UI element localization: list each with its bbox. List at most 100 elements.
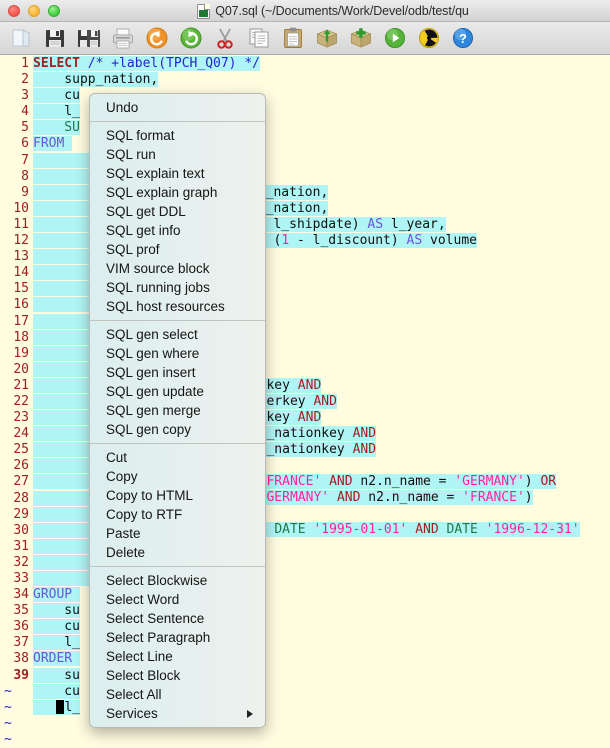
menu-item-label: SQL explain graph bbox=[106, 185, 218, 200]
cut-button[interactable] bbox=[210, 24, 240, 52]
menu-item-sql-gen-select[interactable]: SQL gen select bbox=[90, 325, 265, 344]
menu-item-label: Services bbox=[106, 706, 158, 721]
line-number: 9 bbox=[21, 184, 29, 200]
menu-item-copy[interactable]: Copy bbox=[90, 467, 265, 486]
open-file-button[interactable] bbox=[6, 24, 36, 52]
menu-item-paste[interactable]: Paste bbox=[90, 524, 265, 543]
context-menu-group: SQL format SQL run SQL explain text SQL … bbox=[90, 126, 265, 316]
menu-item-sql-host-resources[interactable]: SQL host resources bbox=[90, 297, 265, 316]
application-window: Q07.sql (~/Documents/Work/Devel/odb/test… bbox=[0, 0, 610, 748]
context-menu[interactable]: Undo SQL format SQL run SQL explain text… bbox=[89, 93, 266, 728]
code-line: supp_nation, bbox=[33, 72, 159, 88]
line-number: 22 bbox=[13, 393, 29, 409]
menu-item-services[interactable]: Services bbox=[90, 704, 265, 723]
line-number: 36 bbox=[13, 619, 29, 635]
menu-separator bbox=[90, 566, 265, 567]
menu-separator bbox=[90, 443, 265, 444]
menu-item-select-paragraph[interactable]: Select Paragraph bbox=[90, 628, 265, 647]
menu-item-label: SQL running jobs bbox=[106, 280, 210, 295]
line-number: 25 bbox=[13, 442, 29, 458]
minimize-window-button[interactable] bbox=[28, 5, 40, 17]
menu-item-sql-gen-update[interactable]: SQL gen update bbox=[90, 382, 265, 401]
menu-item-sql-explain-graph[interactable]: SQL explain graph bbox=[90, 183, 265, 202]
maximize-window-button[interactable] bbox=[48, 5, 60, 17]
menu-item-label: Delete bbox=[106, 545, 146, 560]
menu-item-sql-gen-insert[interactable]: SQL gen insert bbox=[90, 363, 265, 382]
menu-item-select-word[interactable]: Select Word bbox=[90, 590, 265, 609]
export-button[interactable] bbox=[312, 24, 342, 52]
undo-button[interactable] bbox=[142, 24, 172, 52]
empty-line-marker: ~ bbox=[4, 731, 12, 747]
line-number: 15 bbox=[13, 281, 29, 297]
menu-item-label: Select Word bbox=[106, 592, 180, 607]
help-button[interactable]: ? bbox=[448, 24, 478, 52]
redo-button[interactable] bbox=[176, 24, 206, 52]
menu-item-select-line[interactable]: Select Line bbox=[90, 647, 265, 666]
menu-item-sql-running-jobs[interactable]: SQL running jobs bbox=[90, 278, 265, 297]
menu-item-label: Select Line bbox=[106, 649, 173, 664]
menu-item-label: SQL gen select bbox=[106, 327, 198, 342]
save-as-button[interactable] bbox=[74, 24, 104, 52]
submenu-arrow-icon bbox=[247, 709, 253, 718]
context-menu-group: Cut Copy Copy to HTML Copy to RTF Paste … bbox=[90, 448, 265, 562]
menu-item-sql-explain-text[interactable]: SQL explain text bbox=[90, 164, 265, 183]
empty-line-marker: ~ bbox=[4, 699, 12, 715]
menu-item-label: Select All bbox=[106, 687, 162, 702]
line-number: 17 bbox=[13, 313, 29, 329]
line-number: 6 bbox=[21, 136, 29, 152]
menu-item-label: Select Sentence bbox=[106, 611, 205, 626]
close-window-button[interactable] bbox=[8, 5, 20, 17]
menu-item-select-all[interactable]: Select All bbox=[90, 685, 265, 704]
toolbar: ? bbox=[0, 22, 610, 55]
menu-item-cut[interactable]: Cut bbox=[90, 448, 265, 467]
save-button[interactable] bbox=[40, 24, 70, 52]
menu-item-label: SQL gen where bbox=[106, 346, 200, 361]
line-number: 10 bbox=[13, 200, 29, 216]
menu-item-label: Select Block bbox=[106, 668, 181, 683]
menu-item-sql-get-info[interactable]: SQL get info bbox=[90, 221, 265, 240]
menu-item-sql-prof[interactable]: SQL prof bbox=[90, 240, 265, 259]
menu-item-label: SQL run bbox=[106, 147, 156, 162]
line-number: 19 bbox=[13, 345, 29, 361]
line-number: 37 bbox=[13, 635, 29, 651]
menu-item-label: SQL prof bbox=[106, 242, 160, 257]
menu-item-undo[interactable]: Undo bbox=[90, 98, 265, 117]
menu-item-label: SQL gen update bbox=[106, 384, 204, 399]
line-number: 4 bbox=[21, 104, 29, 120]
line-number: 12 bbox=[13, 233, 29, 249]
menu-item-label: Select Blockwise bbox=[106, 573, 208, 588]
run-button[interactable] bbox=[380, 24, 410, 52]
menu-item-copy-to-rtf[interactable]: Copy to RTF bbox=[90, 505, 265, 524]
menu-item-sql-gen-where[interactable]: SQL gen where bbox=[90, 344, 265, 363]
print-button[interactable] bbox=[108, 24, 138, 52]
line-number: 31 bbox=[13, 538, 29, 554]
menu-item-vim-source-block[interactable]: VIM source block bbox=[90, 259, 265, 278]
empty-line-marker: ~ bbox=[4, 683, 12, 699]
menu-item-delete[interactable]: Delete bbox=[90, 543, 265, 562]
menu-item-copy-to-html[interactable]: Copy to HTML bbox=[90, 486, 265, 505]
line-number: 1 bbox=[21, 56, 29, 71]
paste-button[interactable] bbox=[278, 24, 308, 52]
line-number: 34 bbox=[13, 587, 29, 603]
kill-button[interactable] bbox=[414, 24, 444, 52]
line-number-gutter: 1 2 3 4 5 6 7 8 9 10 11 12 13 14 15 16 1… bbox=[0, 56, 33, 748]
menu-item-sql-format[interactable]: SQL format bbox=[90, 126, 265, 145]
copy-button[interactable] bbox=[244, 24, 274, 52]
line-number: 13 bbox=[13, 249, 29, 265]
context-menu-group: Select Blockwise Select Word Select Sent… bbox=[90, 571, 265, 723]
sql-document-icon bbox=[197, 3, 211, 19]
menu-item-sql-get-ddl[interactable]: SQL get DDL bbox=[90, 202, 265, 221]
menu-item-sql-run[interactable]: SQL run bbox=[90, 145, 265, 164]
menu-item-select-sentence[interactable]: Select Sentence bbox=[90, 609, 265, 628]
menu-item-sql-gen-merge[interactable]: SQL gen merge bbox=[90, 401, 265, 420]
title-bar: Q07.sql (~/Documents/Work/Devel/odb/test… bbox=[0, 0, 610, 22]
line-number: 3 bbox=[21, 88, 29, 104]
import-button[interactable] bbox=[346, 24, 376, 52]
menu-item-select-block[interactable]: Select Block bbox=[90, 666, 265, 685]
menu-separator bbox=[90, 320, 265, 321]
menu-item-label: SQL host resources bbox=[106, 299, 225, 314]
line-number: 32 bbox=[13, 554, 29, 570]
menu-item-select-blockwise[interactable]: Select Blockwise bbox=[90, 571, 265, 590]
menu-item-label: SQL format bbox=[106, 128, 175, 143]
menu-item-sql-gen-copy[interactable]: SQL gen copy bbox=[90, 420, 265, 439]
